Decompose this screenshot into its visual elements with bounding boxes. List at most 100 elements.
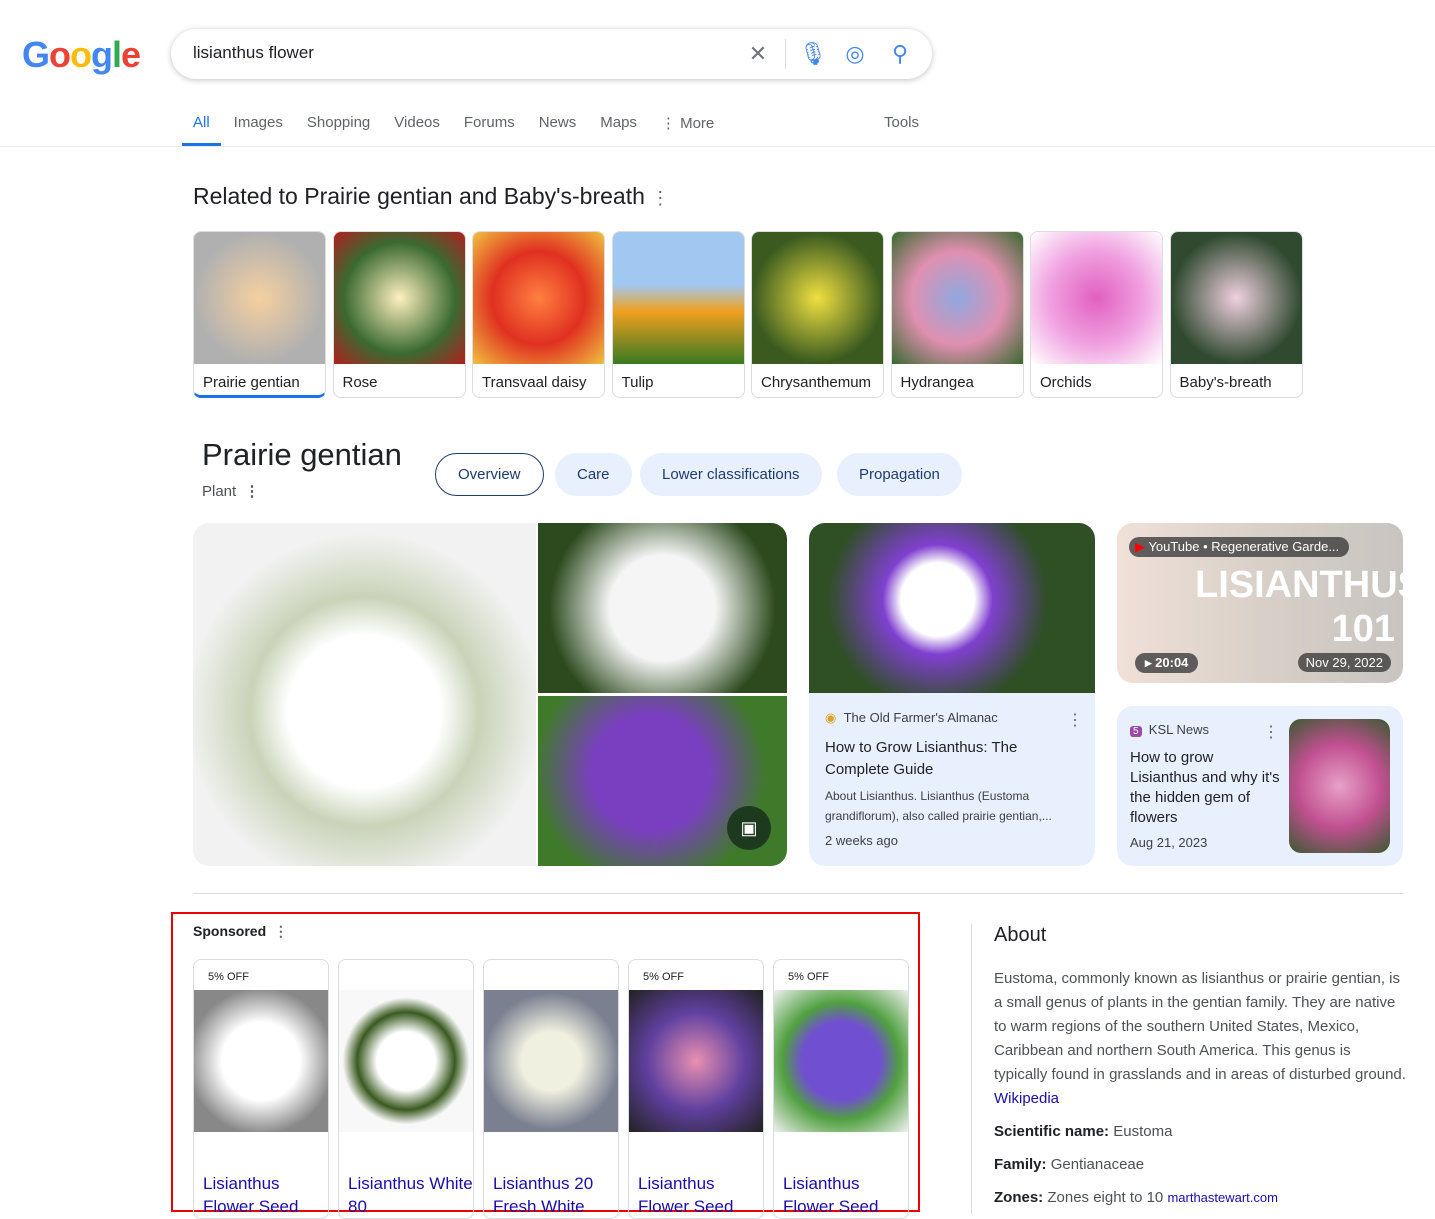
video-card[interactable]: LISIANTHUS 101 ▶ YouTube • Regenerative … (1117, 523, 1403, 683)
related-chip[interactable]: Prairie gentian (193, 231, 326, 398)
about-text: Eustoma, commonly known as lisianthus or… (994, 967, 1406, 1111)
plant-image[interactable] (538, 523, 787, 693)
clear-icon[interactable]: ✕ (745, 41, 771, 67)
search-icon[interactable]: ⚲ (887, 41, 913, 67)
tab-all[interactable]: All (182, 112, 221, 146)
chip-image (612, 232, 744, 364)
product-title[interactable]: Lisianthus 20 Fresh White (493, 1172, 618, 1218)
related-title-text: Related to Prairie gentian and Baby's-br… (193, 183, 645, 209)
google-logo[interactable]: Google (22, 34, 141, 76)
product-card[interactable]: 5% OFF Lisianthus Flower Seed (193, 959, 329, 1219)
related-chip[interactable]: Rose (332, 231, 466, 398)
product-image (339, 990, 473, 1132)
tools-button[interactable]: Tools (884, 114, 919, 131)
chip-label: Transvaal daisy (482, 374, 587, 391)
site-icon: ◉ (825, 710, 837, 725)
product-card[interactable]: Lisianthus 20 Fresh White (483, 959, 619, 1219)
video-duration: 20:04 (1155, 655, 1189, 670)
more-options-icon[interactable]: ⋮ (1067, 710, 1083, 730)
microphone-icon[interactable]: 🎙 (799, 41, 827, 67)
kp-title: Prairie gentian (202, 437, 402, 472)
article-source: The Old Farmer's Almanac (843, 710, 998, 725)
tab-maps[interactable]: Maps (600, 112, 637, 146)
divider (971, 924, 972, 1214)
product-card[interactable]: Lisianthus White 80 (338, 959, 474, 1219)
kp-subtitle: Plant ⋮ (202, 482, 260, 500)
chip-label: Chrysanthemum (761, 374, 872, 391)
chip-image (473, 232, 604, 364)
news-date: Aug 21, 2023 (1130, 835, 1208, 850)
video-overlay-text: LISIANTHUS 101 (1195, 564, 1403, 650)
article-card[interactable]: ◉ The Old Farmer's Almanac ⋮ How to Grow… (809, 523, 1095, 866)
search-input[interactable] (193, 43, 713, 63)
more-options-icon[interactable]: ⋮ (245, 483, 260, 500)
fact-value: Gentianaceae (1050, 1156, 1145, 1173)
image-grid: ▣ (193, 523, 787, 866)
product-title[interactable]: Lisianthus Flower Seed (203, 1172, 328, 1218)
product-image (194, 990, 328, 1132)
wikipedia-link[interactable]: Wikipedia (994, 1090, 1059, 1107)
pill-care[interactable]: Care (555, 453, 632, 496)
product-image (774, 990, 908, 1132)
source-link[interactable]: marthastewart.com (1167, 1190, 1278, 1205)
divider (0, 146, 1435, 147)
chip-image (333, 232, 465, 364)
image-icon[interactable]: ▣ (727, 806, 771, 850)
sponsored-label: Sponsored ⋮ (193, 923, 288, 940)
plant-image[interactable] (193, 523, 536, 866)
discount-badge: 5% OFF (782, 968, 835, 986)
tab-videos[interactable]: Videos (394, 112, 440, 146)
related-chip[interactable]: Chrysanthemum (751, 231, 884, 398)
fact-key: Zones: (994, 1189, 1044, 1206)
kp-subtitle-text: Plant (202, 483, 237, 500)
chip-image (891, 232, 1023, 364)
article-date: 2 weeks ago (825, 833, 898, 848)
fact-key: Family: (994, 1156, 1047, 1173)
product-title[interactable]: Lisianthus White 80 (348, 1172, 473, 1218)
chip-image (752, 232, 883, 364)
tab-images[interactable]: Images (234, 112, 283, 146)
product-title[interactable]: Lisianthus Flower Seed (638, 1172, 763, 1218)
product-title[interactable]: Lisianthus Flower Seed (783, 1172, 908, 1218)
news-title: How to grow Lisianthus and why it's the … (1130, 749, 1280, 826)
tab-more[interactable]: ⋮ More (661, 112, 714, 146)
related-title: Related to Prairie gentian and Baby's-br… (193, 183, 669, 210)
product-card[interactable]: 5% OFF Lisianthus Flower Seed (628, 959, 764, 1219)
chip-label: Orchids (1040, 374, 1092, 391)
chip-label: Rose (342, 374, 378, 391)
video-date: Nov 29, 2022 (1297, 653, 1391, 672)
pill-propagation[interactable]: Propagation (837, 453, 962, 496)
more-label: More (680, 115, 715, 132)
article-snippet: About Lisianthus. Lisianthus (Eustoma gr… (825, 789, 1052, 823)
related-chip[interactable]: Orchids (1030, 231, 1163, 398)
related-chip[interactable]: Tulip (611, 231, 745, 398)
related-chip[interactable]: Transvaal daisy (472, 231, 605, 398)
news-card[interactable]: 5 KSL News ⋮ How to grow Lisianthus and … (1117, 706, 1403, 866)
news-image (1289, 719, 1390, 853)
article-title: How to Grow Lisianthus: The Complete Gui… (825, 739, 1018, 778)
related-chip[interactable]: Hydrangea (890, 231, 1024, 398)
more-options-icon[interactable]: ⋮ (274, 923, 288, 939)
pill-overview[interactable]: Overview (435, 453, 544, 496)
chip-image (1031, 232, 1162, 364)
tab-forums[interactable]: Forums (464, 112, 515, 146)
tab-news[interactable]: News (539, 112, 577, 146)
search-tabs: All Images Shopping Videos Forums News M… (182, 112, 738, 146)
more-options-icon[interactable]: ⋮ (651, 188, 669, 208)
video-source: YouTube • Regenerative Garde... (1148, 539, 1340, 554)
related-chip[interactable]: Baby's-breath (1169, 231, 1303, 398)
discount-badge: 5% OFF (202, 968, 255, 986)
tab-shopping[interactable]: Shopping (307, 112, 370, 146)
pill-lower-classifications[interactable]: Lower classifications (640, 453, 822, 496)
article-image (809, 523, 1095, 693)
play-icon: ▸ (1145, 655, 1152, 670)
fact-key: Scientific name: (994, 1123, 1110, 1140)
lens-icon[interactable]: ◎ (842, 41, 868, 67)
ksl-icon: 5 (1130, 726, 1142, 737)
news-source: KSL News (1148, 722, 1210, 737)
product-card[interactable]: 5% OFF Lisianthus Flower Seed (773, 959, 909, 1219)
chip-image (194, 232, 325, 364)
youtube-icon: ▶ (1135, 539, 1145, 554)
about-description: Eustoma, commonly known as lisianthus or… (994, 970, 1406, 1083)
more-options-icon[interactable]: ⋮ (1263, 722, 1279, 742)
